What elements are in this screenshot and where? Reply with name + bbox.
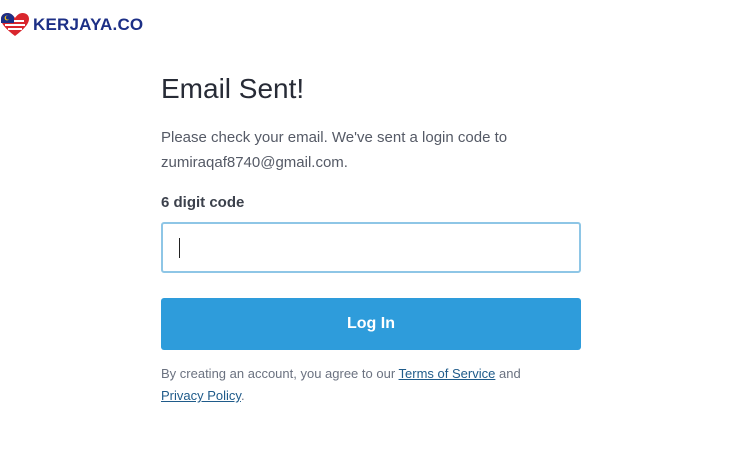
page-title: Email Sent! <box>161 73 305 104</box>
sent-message-line1: Please check your email. We've sent a lo… <box>161 129 508 146</box>
login-button[interactable]: Log In <box>161 298 581 350</box>
verification-panel: Email Sent! Please check your email. We'… <box>161 72 581 407</box>
kerjaya-logo[interactable]: KERJAYA.CO <box>0 12 143 38</box>
code-input-wrapper <box>161 222 581 273</box>
legal-suffix: . <box>240 388 245 403</box>
sent-message: Please check your email. We've sent a lo… <box>161 125 581 175</box>
privacy-policy-link[interactable]: Privacy Policy <box>161 388 241 403</box>
terms-of-service-link[interactable]: Terms of Service <box>399 366 496 381</box>
legal-notice: By creating an account, you agree to our… <box>161 363 581 407</box>
text-caret <box>179 238 180 258</box>
legal-prefix: By creating an account, you agree to our <box>161 366 396 381</box>
email-address: zumiraqaf8740@gmail.com. <box>161 154 348 171</box>
heart-flag-icon <box>1 13 29 36</box>
legal-and: and <box>498 366 521 381</box>
code-label: 6 digit code <box>161 194 245 211</box>
code-input[interactable] <box>161 222 581 273</box>
brand-name: KERJAYA.CO <box>33 15 144 34</box>
login-page: KERJAYA.CO Email Sent! Please check your… <box>0 0 736 474</box>
